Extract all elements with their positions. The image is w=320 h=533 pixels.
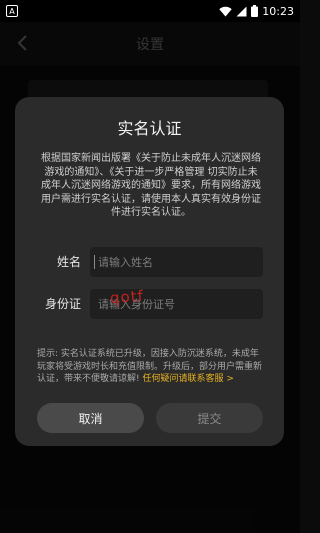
wifi-icon xyxy=(219,6,232,16)
text-cursor xyxy=(94,255,95,269)
id-number-input[interactable] xyxy=(90,289,263,319)
name-input[interactable] xyxy=(90,247,263,277)
name-row: 姓名 xyxy=(37,247,263,277)
status-left: A xyxy=(6,5,18,17)
dialog-description: 根据国家新闻出版署《关于防止未成年人沉迷网络游戏的通知》、《关于进一步严格管理 … xyxy=(41,153,261,218)
real-name-auth-dialog: 实名认证 根据国家新闻出版署《关于防止未成年人沉迷网络游戏的通知》、《关于进一步… xyxy=(15,97,284,446)
id-row: 身份证 xyxy=(37,289,263,319)
contact-support-link[interactable]: 任何疑问请联系客服 > xyxy=(142,374,233,384)
app-notification-icon: A xyxy=(6,5,18,17)
cancel-button[interactable]: 取消 xyxy=(37,403,144,433)
name-label: 姓名 xyxy=(56,255,81,269)
status-bar: A 10:23 xyxy=(0,0,300,22)
status-time: 10:23 xyxy=(262,4,294,18)
signal-icon xyxy=(236,6,247,16)
status-right: 10:23 xyxy=(219,5,294,18)
battery-icon xyxy=(251,5,259,17)
id-label: 身份证 xyxy=(44,297,81,311)
notice-text: 提示: 实名认证系统已升级，因接入防沉迷系统，未成年玩家将受游戏时长和充值限制。… xyxy=(37,348,263,386)
dialog-title: 实名认证 xyxy=(117,119,182,138)
submit-button[interactable]: 提交 xyxy=(156,403,263,433)
